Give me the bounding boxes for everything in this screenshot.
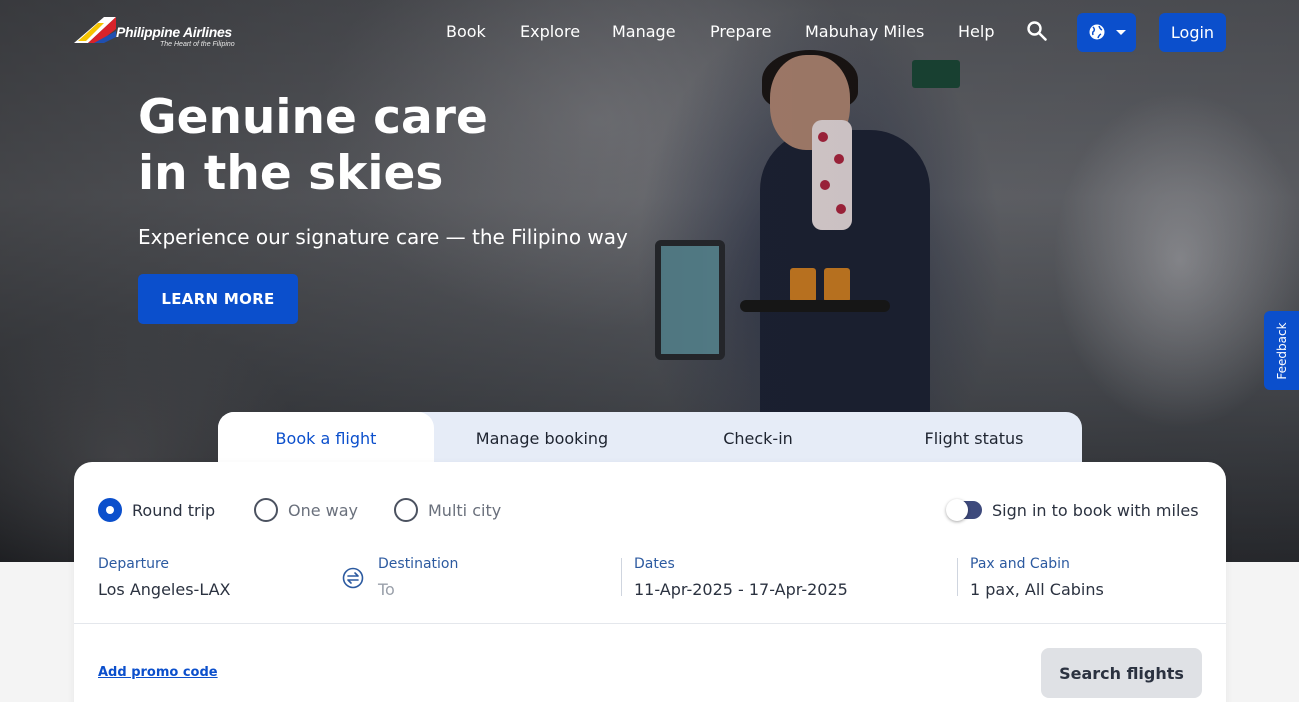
brand-name: Philippine Airlines [116,24,232,40]
field-divider [621,558,622,596]
book-with-miles-label: Sign in to book with miles [992,501,1199,520]
swap-icon[interactable] [342,567,364,589]
nav-item-book[interactable]: Book [446,22,486,41]
add-promo-code-link[interactable]: Add promo code [98,665,218,680]
radio-one-way[interactable]: One way [254,498,358,522]
brand-tagline: The Heart of the Filipino [160,41,235,48]
search-icon [1027,21,1047,41]
hero-subtitle: Experience our signature care — the Fili… [138,225,628,249]
hero-title: Genuine care in the skies [138,90,658,202]
field-divider [957,558,958,596]
chevron-down-icon [1116,30,1126,35]
tab-check-in[interactable]: Check-in [650,412,866,464]
learn-more-button[interactable]: LEARN MORE [138,274,298,324]
search-flights-button[interactable]: Search flights [1041,648,1202,698]
feedback-label: Feedback [1274,321,1289,380]
feedback-button[interactable]: Feedback [1264,311,1299,390]
radio-multi-city[interactable]: Multi city [394,498,501,522]
nav-item-help[interactable]: Help [958,22,994,41]
nav-item-prepare[interactable]: Prepare [710,22,771,41]
destination-field[interactable]: Destination To [378,556,458,599]
login-button[interactable]: Login [1159,13,1226,52]
hero-title-line-1: Genuine care [138,90,488,145]
search-button[interactable] [1026,20,1048,42]
globe-icon [1089,24,1105,40]
book-with-miles-toggle[interactable] [946,499,982,521]
tab-book-a-flight[interactable]: Book a flight [218,412,434,464]
booking-form: Round trip One way Multi city Sign in to… [74,462,1226,702]
tab-flight-status[interactable]: Flight status [866,412,1082,464]
departure-field[interactable]: Departure Los Angeles-LAX [98,556,231,599]
nav-item-mabuhay-miles[interactable]: Mabuhay Miles [805,22,924,41]
booking-tabs: Book a flight Manage booking Check-in Fl… [218,412,1082,464]
nav-item-explore[interactable]: Explore [520,22,580,41]
pax-cabin-field[interactable]: Pax and Cabin 1 pax, All Cabins [970,556,1104,599]
form-divider [74,623,1226,624]
radio-round-trip[interactable]: Round trip [98,498,215,522]
airline-logo-icon [74,17,116,43]
tab-manage-booking[interactable]: Manage booking [434,412,650,464]
dates-field[interactable]: Dates 11-Apr-2025 - 17-Apr-2025 [634,556,848,599]
language-selector-button[interactable] [1077,13,1136,52]
brand-logo[interactable]: Philippine Airlines The Heart of the Fil… [74,12,244,52]
hero-title-line-2: in the skies [138,146,444,201]
nav-item-manage[interactable]: Manage [612,22,676,41]
